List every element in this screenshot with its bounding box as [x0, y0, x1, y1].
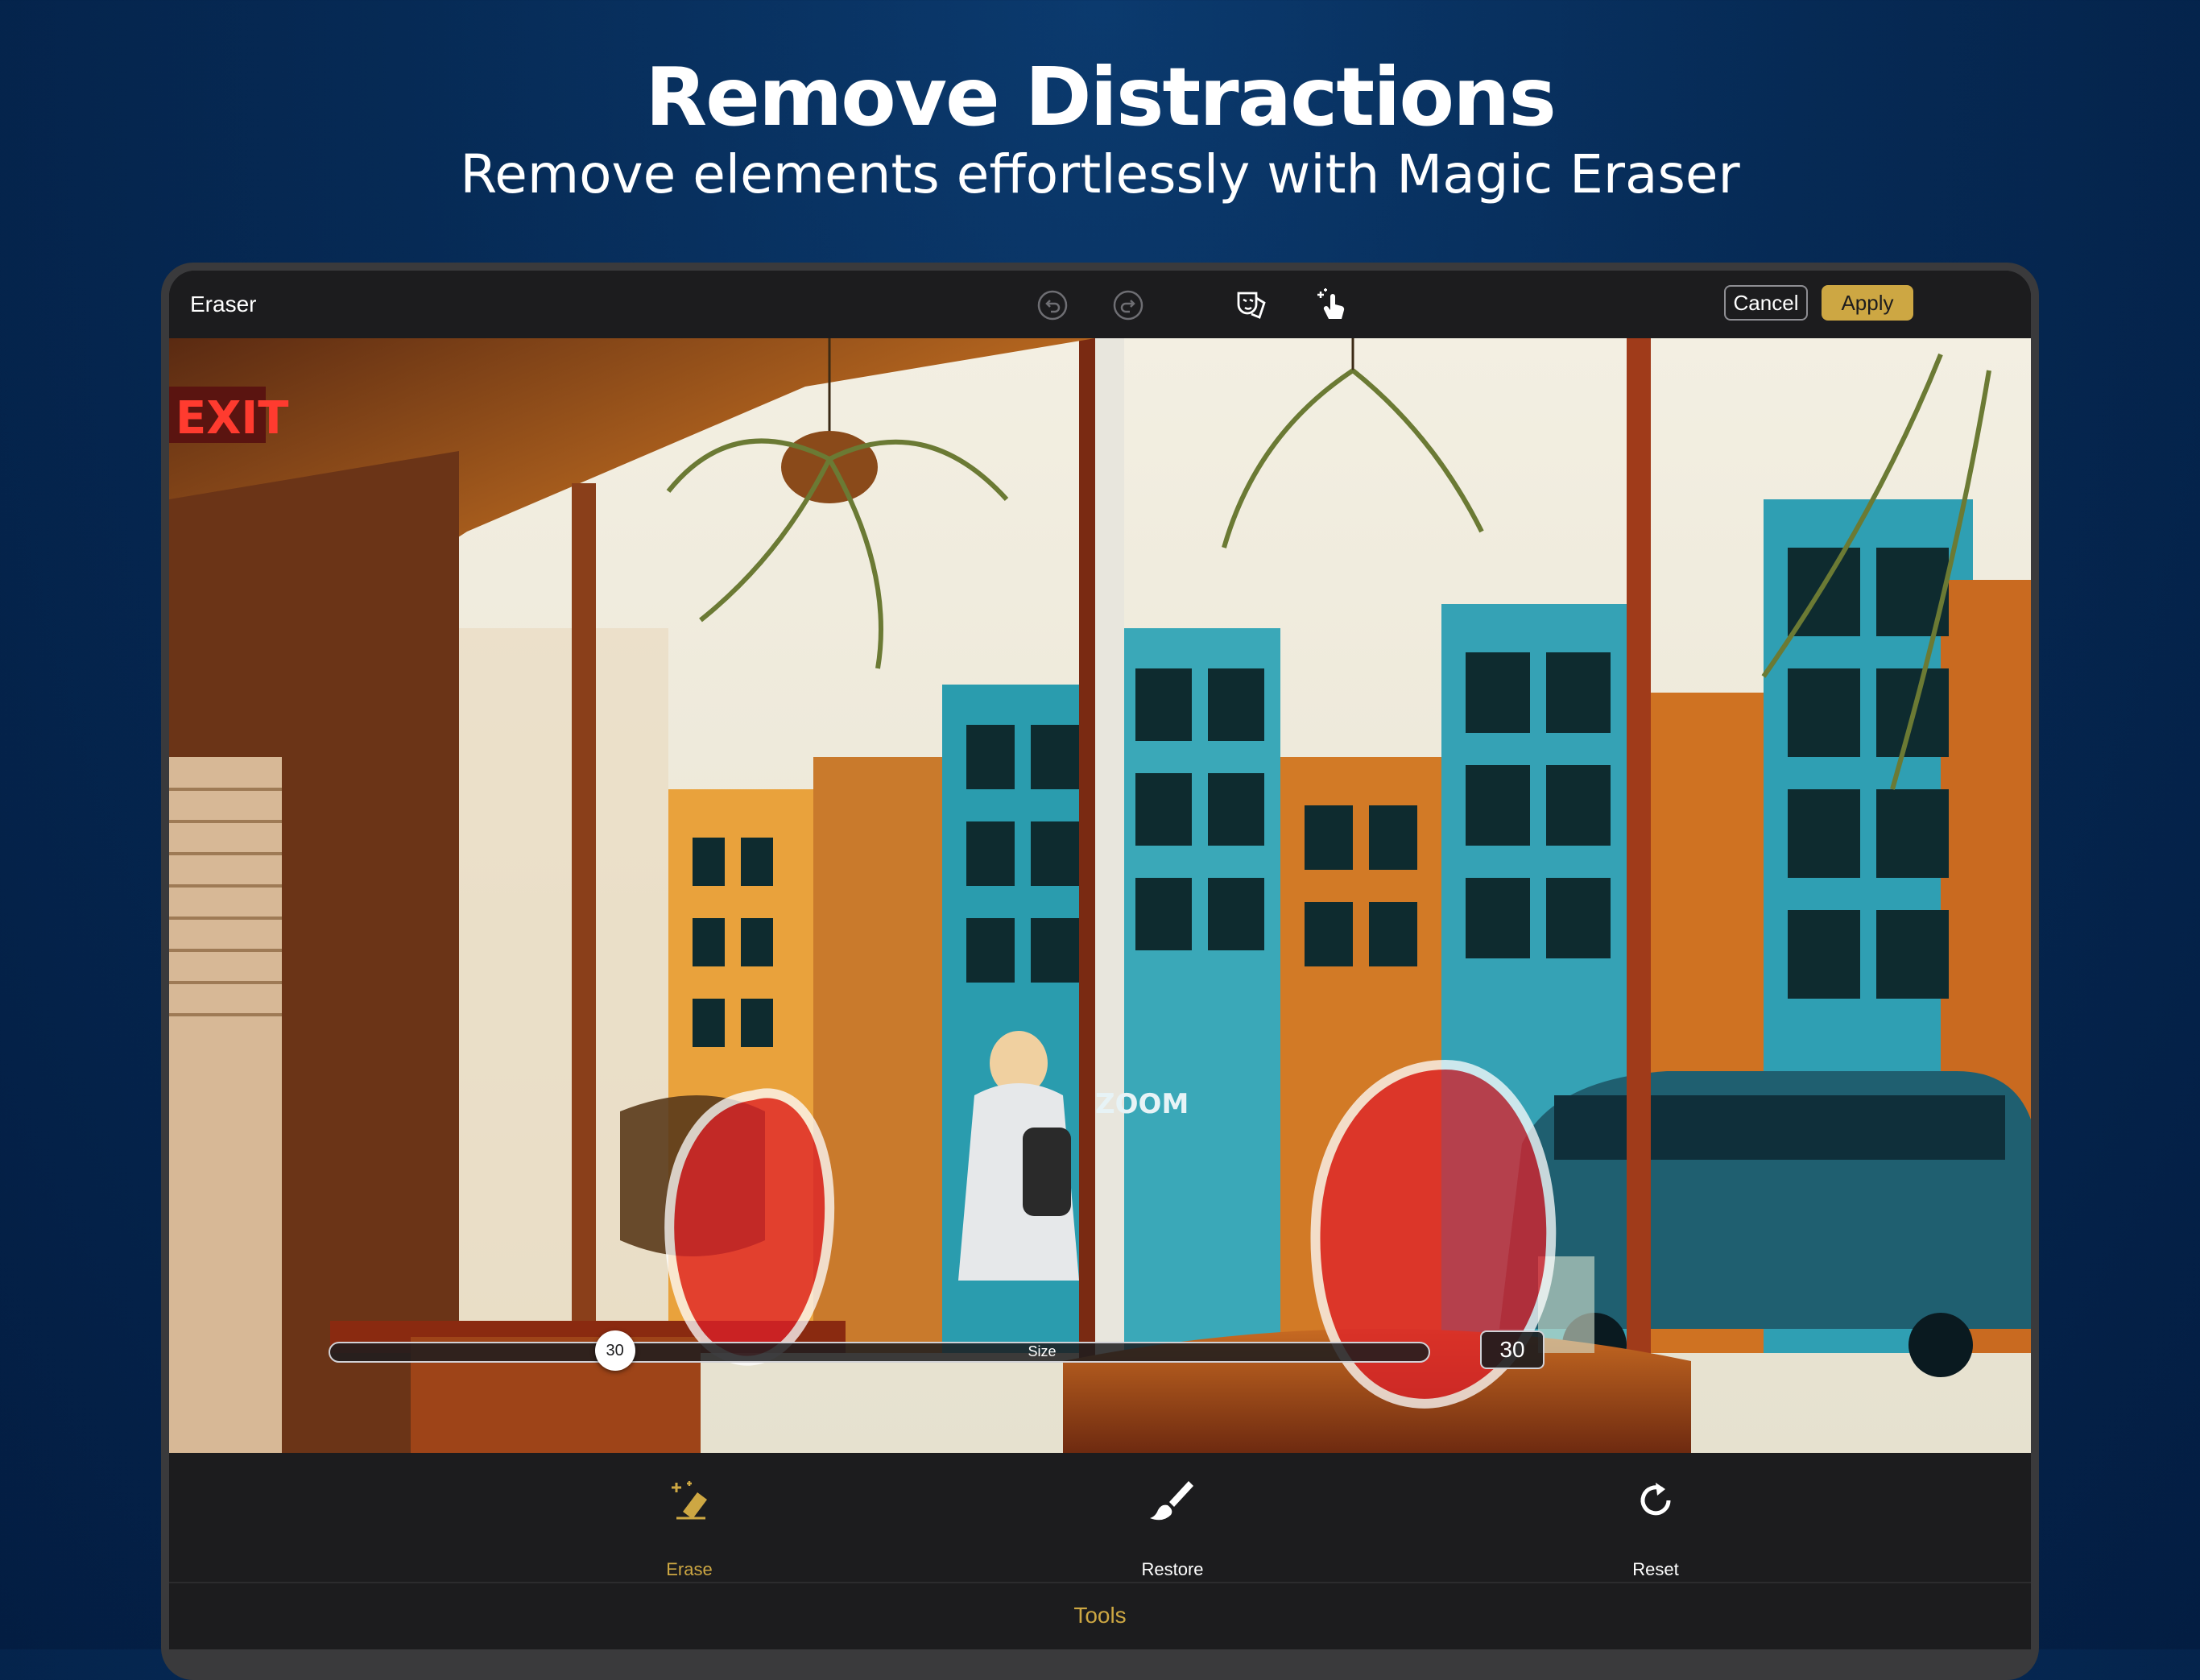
compare-button[interactable]	[1230, 285, 1271, 325]
tool-reset-label: Reset	[1632, 1559, 1679, 1579]
erase-mask-left	[664, 1088, 835, 1366]
cancel-button[interactable]: Cancel	[1724, 285, 1808, 321]
tool-reset[interactable]: Reset	[1559, 1472, 1752, 1580]
tools-divider	[169, 1582, 2031, 1583]
auto-select-button[interactable]	[1313, 285, 1353, 325]
brush-icon	[1150, 1481, 1193, 1521]
reset-icon	[1640, 1483, 1671, 1516]
size-slider-label: Size	[1028, 1343, 1057, 1359]
tool-erase-label: Erase	[666, 1559, 713, 1579]
tool-erase[interactable]: Erase	[593, 1472, 786, 1580]
undo-icon	[1037, 290, 1068, 321]
screen-title: Eraser	[190, 292, 257, 317]
redo-icon	[1113, 290, 1143, 321]
eraser-sparkle-icon	[672, 1481, 707, 1520]
size-slider-track[interactable]	[329, 1342, 1430, 1363]
tools-panel: Erase Restore Reset Tools	[169, 1453, 2031, 1649]
photo-canvas[interactable]: EXIT ZOOM	[169, 338, 2031, 1453]
storefront-text: ZOOM	[1095, 1088, 1189, 1120]
cafe-photo: EXIT ZOOM	[169, 338, 2031, 1453]
redo-button[interactable]	[1108, 285, 1148, 325]
tool-restore[interactable]: Restore	[1076, 1472, 1269, 1580]
exit-sign-text: EXIT	[176, 392, 288, 445]
app-screen: Eraser Cancel Apply EXIT ZOOM Erase Rest…	[169, 271, 2031, 1649]
size-slider-thumb[interactable]: 30	[594, 1330, 635, 1371]
mask-compare-icon	[1237, 292, 1266, 319]
marketing-subheadline: Remove elements effortlessly with Magic …	[460, 143, 1740, 205]
tool-restore-label: Restore	[1141, 1559, 1204, 1579]
apply-button[interactable]: Apply	[1822, 285, 1913, 321]
tools-section-label: Tools	[1073, 1603, 1127, 1628]
undo-button[interactable]	[1032, 285, 1073, 325]
marketing-headline: Remove Distractions	[645, 50, 1557, 144]
top-toolbar: Eraser Cancel Apply	[169, 271, 2031, 338]
magic-tap-icon	[1317, 288, 1345, 319]
size-value-field[interactable]: 30	[1480, 1330, 1545, 1369]
